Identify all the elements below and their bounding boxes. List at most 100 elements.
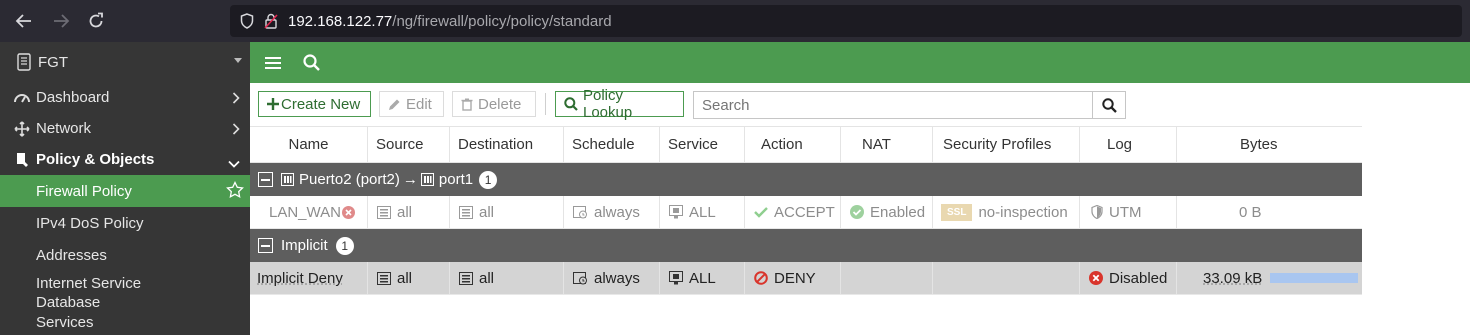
column-header-nat[interactable]: NAT bbox=[841, 127, 933, 162]
policy-action: DENY bbox=[745, 262, 841, 294]
lock-icon[interactable] bbox=[264, 13, 278, 29]
interface-icon bbox=[281, 173, 294, 186]
edit-label: Edit bbox=[406, 95, 432, 113]
back-icon[interactable] bbox=[6, 3, 42, 39]
check-icon bbox=[754, 206, 768, 218]
device-name: FGT bbox=[38, 53, 68, 71]
schedule-icon bbox=[573, 205, 588, 219]
column-header-service[interactable]: Service bbox=[660, 127, 745, 162]
policy-service: ALL bbox=[660, 262, 745, 294]
collapse-icon[interactable] bbox=[258, 238, 273, 253]
chevron-right-icon bbox=[232, 122, 240, 139]
policy-name-text: LAN_WAN bbox=[269, 203, 341, 221]
group-count-badge: 1 bbox=[479, 170, 498, 189]
policy-action-text: ACCEPT bbox=[774, 203, 835, 221]
column-header-bytes[interactable]: Bytes bbox=[1177, 127, 1362, 162]
address-icon bbox=[459, 271, 473, 285]
group-source-interface: Puerto2 (port2) bbox=[299, 171, 400, 188]
table-row[interactable]: Implicit Deny all all always ALL DENY Di… bbox=[250, 262, 1362, 295]
create-new-label: Create New bbox=[281, 95, 361, 113]
trash-icon bbox=[461, 98, 473, 111]
policy-table: Name Source Destination Schedule Service… bbox=[250, 126, 1362, 295]
collapse-icon[interactable] bbox=[258, 172, 273, 187]
sidebar-item-addresses[interactable]: Addresses bbox=[0, 239, 250, 271]
policy-destination: all bbox=[450, 196, 564, 228]
toolbar-divider bbox=[545, 93, 546, 115]
policy-group-header[interactable]: Puerto2 (port2) → port1 1 bbox=[250, 163, 1362, 196]
group-count-badge: 1 bbox=[335, 236, 354, 255]
group-arrow: → bbox=[402, 171, 418, 188]
url-bar[interactable]: 192.168.122.77/ng/firewall/policy/policy… bbox=[230, 5, 1462, 37]
sidebar-item-label: Network bbox=[36, 120, 92, 137]
sidebar-item-label: Dashboard bbox=[36, 89, 110, 106]
disabled-icon bbox=[1089, 271, 1103, 285]
bytes-usage-bar bbox=[1270, 273, 1359, 283]
policy-nat bbox=[841, 262, 933, 294]
policy-bytes-text: 0 B bbox=[1239, 203, 1262, 221]
sidebar-item-label: Internet Service Database bbox=[36, 275, 142, 311]
policy-service: ALL bbox=[660, 196, 745, 228]
policy-log: Disabled bbox=[1080, 262, 1177, 294]
column-header-schedule[interactable]: Schedule bbox=[564, 127, 660, 162]
policy-schedule: always bbox=[564, 196, 660, 228]
delete-button[interactable]: Delete bbox=[452, 91, 536, 117]
column-header-name[interactable]: Name bbox=[250, 127, 368, 162]
top-header bbox=[250, 42, 1470, 83]
sidebar-item-label: Addresses bbox=[36, 246, 107, 264]
interface-icon bbox=[420, 173, 434, 186]
sidebar-item-network[interactable]: Network bbox=[0, 113, 250, 144]
column-header-security-profiles[interactable]: Security Profiles bbox=[933, 127, 1080, 162]
column-header-source[interactable]: Source bbox=[368, 127, 450, 162]
policy-source: all bbox=[368, 196, 450, 228]
group-destination-interface: port1 bbox=[438, 171, 474, 188]
policy-service-text: ALL bbox=[689, 269, 716, 287]
sidebar-item-dashboard[interactable]: Dashboard bbox=[0, 82, 250, 113]
policy-action-text: DENY bbox=[774, 269, 816, 287]
policy-log-text: Disabled bbox=[1109, 269, 1168, 287]
column-header-log[interactable]: Log bbox=[1080, 127, 1177, 162]
policy-bytes: 33.09 kB bbox=[1177, 262, 1362, 294]
reload-icon[interactable] bbox=[78, 3, 114, 39]
column-header-action[interactable]: Action bbox=[745, 127, 841, 162]
policy-nat: Enabled bbox=[841, 196, 933, 228]
policy-name: LAN_WAN bbox=[250, 196, 368, 228]
policy-lookup-button[interactable]: Policy Lookup bbox=[555, 87, 684, 121]
sidebar-item-label: IPv4 DoS Policy bbox=[36, 214, 144, 232]
policy-bytes-text: 33.09 kB bbox=[1203, 269, 1263, 287]
dashboard-icon bbox=[12, 90, 32, 106]
create-new-button[interactable]: Create New bbox=[258, 91, 371, 117]
url-host: 192.168.122.77 bbox=[288, 12, 393, 30]
service-icon bbox=[669, 271, 683, 285]
policy-destination: all bbox=[450, 262, 564, 294]
search-icon[interactable] bbox=[300, 52, 322, 74]
sidebar-item-label: Policy & Objects bbox=[36, 151, 155, 168]
sidebar: FGT Dashboard Network Policy & Objects F… bbox=[0, 42, 250, 335]
policy-security-text: no-inspection bbox=[978, 203, 1068, 221]
service-icon bbox=[669, 205, 683, 219]
sidebar-item-ipv4-dos-policy[interactable]: IPv4 DoS Policy bbox=[0, 207, 250, 239]
sidebar-item-internet-service-database[interactable]: Internet Service Database bbox=[0, 271, 250, 314]
check-circle-icon bbox=[850, 205, 864, 219]
group-label: Implicit bbox=[281, 237, 328, 254]
sidebar-item-policy-objects[interactable]: Policy & Objects bbox=[0, 144, 250, 175]
sidebar-item-firewall-policy[interactable]: Firewall Policy bbox=[0, 175, 250, 207]
shield-icon[interactable] bbox=[240, 13, 254, 29]
search-input[interactable] bbox=[693, 91, 1093, 119]
policy-group-header[interactable]: Implicit 1 bbox=[250, 229, 1362, 262]
search-button[interactable] bbox=[1092, 91, 1126, 119]
column-header-destination[interactable]: Destination bbox=[450, 127, 564, 162]
policy-name-text: Implicit Deny bbox=[257, 269, 343, 287]
policy-nat-text: Enabled bbox=[870, 203, 926, 221]
star-icon[interactable] bbox=[226, 180, 244, 203]
policy-service-text: ALL bbox=[689, 203, 716, 221]
forward-icon[interactable] bbox=[43, 3, 79, 39]
deny-icon bbox=[754, 271, 768, 285]
url-path: /ng/firewall/policy/policy/standard bbox=[392, 12, 612, 30]
table-header: Name Source Destination Schedule Service… bbox=[250, 126, 1362, 163]
address-icon bbox=[377, 271, 391, 285]
table-row[interactable]: LAN_WAN all all always ALL ACCEPT Enable… bbox=[250, 196, 1362, 229]
edit-button[interactable]: Edit bbox=[379, 91, 444, 117]
menu-icon[interactable] bbox=[262, 52, 284, 74]
sidebar-item-services[interactable]: Services bbox=[0, 314, 250, 328]
device-selector[interactable]: FGT bbox=[0, 42, 250, 82]
